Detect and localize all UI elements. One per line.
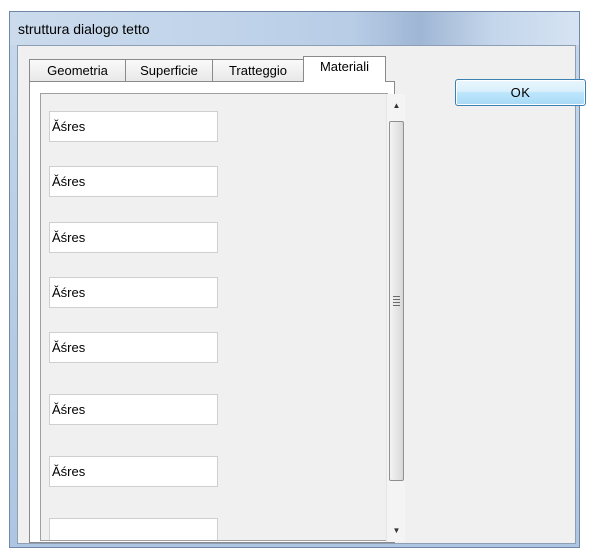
material-field[interactable]: Ǎśres <box>49 166 218 197</box>
material-field[interactable]: Ǎśres <box>49 111 218 142</box>
material-field[interactable]: Ǎśres <box>49 222 218 253</box>
material-field[interactable]: Ǎśres <box>49 456 218 487</box>
tab-panel-materiali: Ǎśres Ǎśres Ǎśres Ǎśres Ǎśres Ǎśres Ǎśre… <box>29 81 395 543</box>
material-field[interactable]: Ǎśres <box>49 332 218 363</box>
tab-tratteggio[interactable]: Tratteggio <box>212 59 304 81</box>
scroll-thumb[interactable] <box>389 121 404 481</box>
ok-button[interactable]: OK <box>455 79 586 106</box>
material-field[interactable] <box>49 518 218 540</box>
material-field[interactable]: Ǎśres <box>49 394 218 425</box>
dialog-window: struttura dialogo tetto Geometria Superf… <box>9 11 586 548</box>
tab-strip: Geometria Superficie Tratteggio Material… <box>29 56 386 82</box>
tab-materiali[interactable]: Materiali <box>303 56 386 82</box>
materials-list: Ǎśres Ǎśres Ǎśres Ǎśres Ǎśres Ǎśres Ǎśre… <box>40 93 388 541</box>
vertical-scrollbar[interactable]: ▲ ▼ <box>386 94 405 542</box>
scroll-up-icon[interactable]: ▲ <box>387 96 406 114</box>
tab-superficie[interactable]: Superficie <box>125 59 213 81</box>
grip-icon <box>393 296 400 306</box>
window-title: struttura dialogo tetto <box>18 21 150 37</box>
material-field[interactable]: Ǎśres <box>49 277 218 308</box>
tab-geometria[interactable]: Geometria <box>29 59 126 81</box>
scroll-down-icon[interactable]: ▼ <box>387 521 406 539</box>
dialog-client-area: Geometria Superficie Tratteggio Material… <box>17 45 586 544</box>
title-bar[interactable]: struttura dialogo tetto <box>10 12 579 45</box>
